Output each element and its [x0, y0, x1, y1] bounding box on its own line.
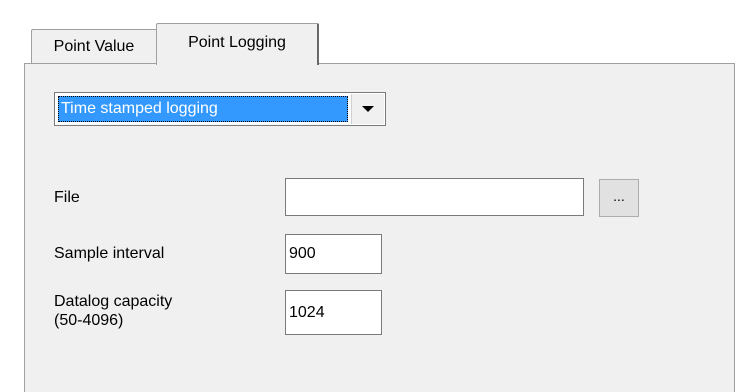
- datalog-capacity-label-range: (50-4096): [54, 312, 124, 329]
- logging-mode-dropdown-button[interactable]: [351, 94, 384, 124]
- datalog-capacity-label-line1: Datalog capacity: [54, 293, 173, 310]
- browse-file-button[interactable]: ...: [599, 179, 639, 217]
- tab-point-value-label: Point Value: [53, 37, 135, 55]
- tab-point-logging-label: Point Logging: [188, 33, 286, 51]
- sample-interval-label: Sample interval: [54, 245, 165, 262]
- logging-mode-selected-value: Time stamped logging: [58, 96, 348, 122]
- point-properties-dialog: Point Value Point Logging Time stamped l…: [0, 0, 739, 392]
- datalog-capacity-input[interactable]: [285, 290, 382, 335]
- tab-point-logging[interactable]: Point Logging: [156, 23, 319, 65]
- file-input[interactable]: [285, 178, 584, 216]
- browse-file-button-label: ...: [613, 188, 625, 204]
- sample-interval-input[interactable]: [285, 234, 382, 274]
- logging-mode-select[interactable]: Time stamped logging: [54, 92, 386, 126]
- chevron-down-icon: [362, 106, 374, 112]
- datalog-capacity-label: Datalog capacity (50-4096): [54, 292, 172, 330]
- file-label: File: [54, 189, 80, 206]
- tab-point-value[interactable]: Point Value: [31, 29, 156, 63]
